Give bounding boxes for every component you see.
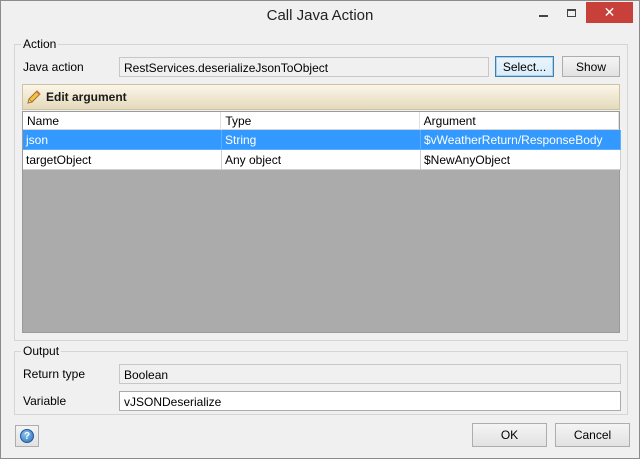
cell-type: Any object bbox=[222, 150, 421, 170]
maximize-icon bbox=[567, 8, 576, 17]
arguments-grid: Name Type Argument json String $vWeather… bbox=[22, 111, 621, 333]
edit-argument-button[interactable]: Edit argument bbox=[46, 90, 127, 104]
cell-type: String bbox=[222, 130, 421, 150]
column-header-argument[interactable]: Argument bbox=[420, 112, 619, 130]
table-row[interactable]: json String $vWeatherReturn/ResponseBody bbox=[23, 130, 621, 150]
java-action-field: RestServices.deserializeJsonToObject bbox=[119, 57, 489, 77]
cell-name: json bbox=[23, 130, 222, 150]
minimize-icon bbox=[539, 14, 548, 17]
help-button[interactable]: ? bbox=[15, 425, 39, 447]
show-button[interactable]: Show bbox=[562, 56, 620, 77]
ok-button[interactable]: OK bbox=[472, 423, 547, 447]
minimize-button[interactable] bbox=[530, 2, 557, 23]
variable-input[interactable]: vJSONDeserialize bbox=[119, 391, 621, 411]
column-header-type[interactable]: Type bbox=[221, 112, 420, 130]
close-button[interactable]: ✕ bbox=[586, 2, 633, 23]
maximize-button[interactable] bbox=[558, 2, 585, 23]
action-group-label: Action bbox=[21, 37, 59, 51]
return-type-field: Boolean bbox=[119, 364, 621, 384]
call-java-action-dialog: Call Java Action ✕ Action Java action Re… bbox=[0, 0, 640, 459]
pencil-icon bbox=[27, 90, 41, 104]
title-bar[interactable]: Call Java Action ✕ bbox=[1, 1, 639, 32]
java-action-label: Java action bbox=[23, 60, 84, 74]
variable-label: Variable bbox=[23, 394, 67, 408]
column-header-name[interactable]: Name bbox=[23, 112, 222, 130]
cancel-button[interactable]: Cancel bbox=[555, 423, 630, 447]
argument-toolbar: Edit argument bbox=[22, 84, 620, 110]
output-group-label: Output bbox=[21, 344, 62, 358]
help-icon: ? bbox=[20, 429, 34, 443]
cell-argument: $NewAnyObject bbox=[421, 150, 621, 170]
close-icon: ✕ bbox=[603, 4, 616, 20]
grid-header: Name Type Argument bbox=[23, 112, 619, 130]
select-button[interactable]: Select... bbox=[495, 56, 554, 77]
table-row[interactable]: targetObject Any object $NewAnyObject bbox=[23, 150, 621, 170]
return-type-label: Return type bbox=[23, 367, 86, 381]
cell-argument: $vWeatherReturn/ResponseBody bbox=[421, 130, 621, 150]
cell-name: targetObject bbox=[23, 150, 222, 170]
